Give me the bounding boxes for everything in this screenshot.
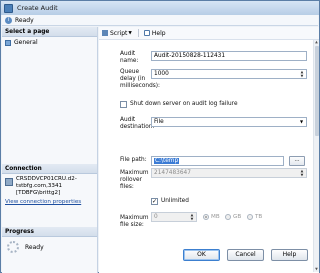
stepper-arrows-icon[interactable]: ▲ ▼ bbox=[299, 169, 305, 177]
app-icon bbox=[4, 3, 13, 13]
shutdown-label: Shut down server on audit log failure bbox=[130, 101, 238, 107]
page-icon bbox=[5, 39, 11, 46]
scroll-up-icon[interactable]: ▲ bbox=[314, 40, 319, 45]
audit-destination-label: Audit destination: bbox=[120, 117, 155, 130]
ok-button[interactable]: OK bbox=[183, 249, 220, 261]
max-file-size-stepper[interactable]: 0 ▲ ▼ bbox=[151, 212, 197, 222]
queue-delay-value: 1000 bbox=[154, 71, 169, 77]
file-path-label: File path: bbox=[120, 157, 147, 163]
unit-mb-label: MB bbox=[211, 214, 220, 220]
page-item-label: General bbox=[14, 39, 38, 46]
shutdown-checkbox[interactable] bbox=[120, 101, 127, 108]
toolbar-separator bbox=[137, 29, 139, 37]
max-rollover-stepper[interactable]: 2147483647 ▲ ▼ bbox=[151, 168, 307, 178]
server-connection-text: CRSDDVCP01CRU.d2-tstbfg.com,3341 [TDBFG\… bbox=[16, 176, 77, 196]
status-bar: i Ready bbox=[2, 15, 318, 26]
browse-button[interactable]: ... bbox=[289, 156, 305, 166]
max-rollover-label: Maximum rollover files: bbox=[120, 170, 149, 190]
unlimited-label: Unlimited bbox=[161, 198, 189, 204]
chevron-down-icon: ▼ bbox=[128, 30, 132, 36]
unit-mb-radio[interactable]: MB bbox=[203, 214, 220, 220]
progress-status: Ready bbox=[25, 243, 44, 251]
view-connection-properties-link[interactable]: View connection properties bbox=[2, 199, 97, 205]
radio-icon bbox=[225, 214, 231, 220]
scroll-down-icon[interactable]: ▼ bbox=[314, 267, 319, 272]
main-pane: Script ▼ Help Audit name: Audit-20150828… bbox=[99, 27, 319, 273]
max-rollover-value: 2147483647 bbox=[154, 170, 191, 176]
file-path-field[interactable]: C:\temp bbox=[151, 156, 284, 166]
file-path-value: C:\temp bbox=[154, 158, 180, 164]
help-icon bbox=[143, 30, 150, 36]
unit-gb-label: GB bbox=[233, 214, 242, 220]
help-button[interactable]: Help bbox=[271, 249, 308, 261]
script-button[interactable]: Script ▼ bbox=[102, 30, 132, 37]
server-icon bbox=[5, 178, 13, 186]
help-toolbar-button[interactable]: Help bbox=[143, 29, 166, 37]
max-file-size-value: 0 bbox=[154, 214, 158, 220]
unit-tb-radio[interactable]: TB bbox=[247, 214, 262, 220]
progress-spinner-icon bbox=[7, 241, 19, 253]
stepper-arrows-icon[interactable]: ▲ ▼ bbox=[189, 213, 195, 221]
unlimited-checkbox[interactable]: ✓ bbox=[151, 198, 158, 205]
queue-delay-stepper[interactable]: 1000 ▲ ▼ bbox=[151, 69, 307, 79]
audit-name-label: Audit name: bbox=[120, 51, 139, 64]
unit-tb-label: TB bbox=[255, 214, 263, 220]
audit-destination-value: File bbox=[154, 119, 164, 125]
help-label: Help bbox=[151, 29, 166, 37]
progress-header: Progress bbox=[2, 227, 97, 237]
scrollbar-thumb[interactable] bbox=[315, 46, 319, 136]
info-icon: i bbox=[5, 16, 12, 24]
status-text: Ready bbox=[15, 16, 34, 24]
left-pane: Select a page General Connection CRSDDVC… bbox=[2, 27, 98, 273]
title-bar: Create Audit bbox=[1, 1, 319, 15]
progress-section: Progress Ready bbox=[2, 227, 97, 257]
cancel-button[interactable]: Cancel bbox=[227, 249, 264, 261]
audit-destination-select[interactable]: File ▼ bbox=[151, 117, 307, 127]
radio-selected-icon bbox=[203, 214, 209, 220]
page-item-general[interactable]: General bbox=[2, 38, 97, 47]
stepper-arrows-icon[interactable]: ▲ ▼ bbox=[299, 70, 305, 78]
toolbar: Script ▼ Help bbox=[99, 27, 319, 40]
script-icon bbox=[102, 30, 108, 36]
vertical-scrollbar[interactable]: ▲ ▼ bbox=[313, 40, 319, 272]
connection-section: Connection CRSDDVCP01CRU.d2-tstbfg.com,3… bbox=[2, 164, 97, 205]
radio-icon bbox=[247, 214, 253, 220]
audit-name-field[interactable]: Audit-20150828-112431 bbox=[151, 51, 307, 61]
script-label: Script bbox=[110, 29, 128, 37]
create-audit-window: Create Audit i Ready Select a page Gener… bbox=[0, 0, 320, 273]
chevron-down-icon: ▼ bbox=[299, 119, 304, 124]
queue-delay-label: Queue delay (in milliseconds): bbox=[120, 69, 160, 89]
max-file-size-label: Maximum file size: bbox=[120, 215, 149, 228]
select-page-header: Select a page bbox=[2, 27, 97, 37]
unit-gb-radio[interactable]: GB bbox=[225, 214, 241, 220]
connection-header: Connection bbox=[2, 164, 97, 174]
window-title: Create Audit bbox=[17, 4, 58, 12]
